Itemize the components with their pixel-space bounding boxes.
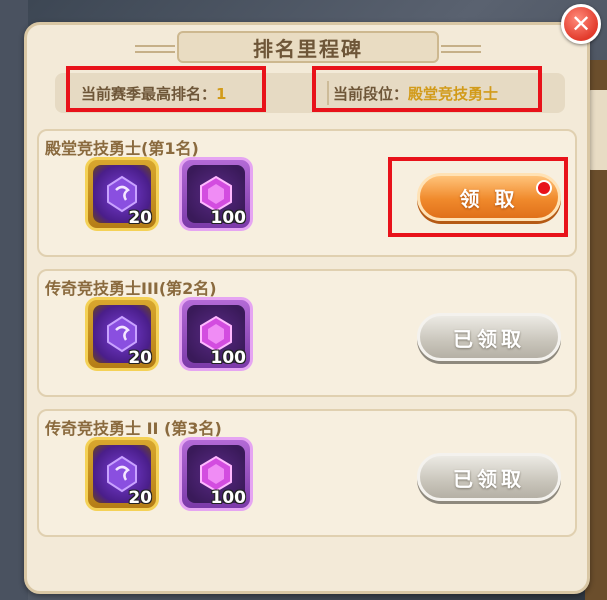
background-side-panel xyxy=(587,90,607,170)
dialog-title-plate: 排名里程碑 xyxy=(135,31,481,63)
item-count: 20 xyxy=(128,208,152,228)
reward-item-gem[interactable]: 100 xyxy=(179,297,253,371)
item-count: 100 xyxy=(210,488,247,508)
dialog-title: 排名里程碑 xyxy=(253,36,363,61)
rank-milestone-dialog: 排名里程碑 当前赛季最高排名：1 当前段位：殿堂竞技勇士 殿堂竞技勇士(第1名)… xyxy=(24,22,590,594)
item-count: 100 xyxy=(210,208,247,228)
reward-tier-title: 传奇竞技勇士III(第2名) xyxy=(45,279,217,298)
claimed-button[interactable]: 已领取 xyxy=(417,453,561,501)
best-rank-label: 当前赛季最高排名： xyxy=(81,85,217,103)
reward-item-gem[interactable]: 100 xyxy=(179,157,253,231)
best-rank-value: 1 xyxy=(216,85,227,103)
item-count: 100 xyxy=(210,348,247,368)
reward-row: 传奇竞技勇士 II (第3名) 20 100 已领取 xyxy=(37,409,577,537)
reward-row: 殿堂竞技勇士(第1名) 20 100 领 取 xyxy=(37,129,577,257)
tier-value: 殿堂竞技勇士 xyxy=(408,85,499,103)
close-button[interactable]: ✕ xyxy=(561,4,601,44)
reward-item-rune[interactable]: 20 xyxy=(85,297,159,371)
claim-button[interactable]: 领 取 xyxy=(417,173,561,221)
reward-tier-title: 殿堂竞技勇士(第1名) xyxy=(45,139,199,158)
current-tier-info: 当前段位：殿堂竞技勇士 xyxy=(333,83,498,104)
reward-item-gem[interactable]: 100 xyxy=(179,437,253,511)
close-icon: ✕ xyxy=(570,10,592,38)
claim-button-label: 领 取 xyxy=(459,186,519,211)
tier-label: 当前段位： xyxy=(333,85,409,103)
notification-dot xyxy=(536,180,552,196)
season-info-bar: 当前赛季最高排名：1 当前段位：殿堂竞技勇士 xyxy=(55,73,565,113)
claimed-button[interactable]: 已领取 xyxy=(417,313,561,361)
reward-item-rune[interactable]: 20 xyxy=(85,437,159,511)
claimed-button-label: 已领取 xyxy=(453,326,525,351)
reward-tier-title: 传奇竞技勇士 II (第3名) xyxy=(45,419,222,438)
best-rank-info: 当前赛季最高排名：1 xyxy=(81,83,226,104)
reward-row: 传奇竞技勇士III(第2名) 20 100 已领取 xyxy=(37,269,577,397)
claimed-button-label: 已领取 xyxy=(453,466,525,491)
reward-item-rune[interactable]: 20 xyxy=(85,157,159,231)
item-count: 20 xyxy=(128,488,152,508)
item-count: 20 xyxy=(128,348,152,368)
info-divider xyxy=(327,81,329,105)
